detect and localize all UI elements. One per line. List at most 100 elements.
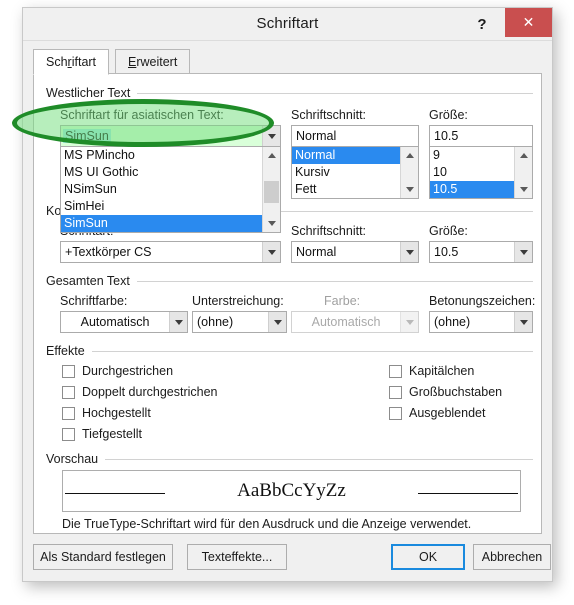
list-item[interactable]: 10	[430, 164, 515, 181]
complex-font-combo[interactable]: +Textkörper CS	[60, 241, 281, 263]
complex-style-combo[interactable]: Normal	[291, 241, 419, 263]
list-item-selected[interactable]: SimSun	[61, 215, 263, 232]
label-asian-size: Größe:	[429, 108, 468, 122]
preview-sample-text: AaBbCcYyZz	[237, 480, 346, 501]
underline-color-value: Automatisch	[311, 315, 381, 329]
asian-size-value: 10.5	[434, 129, 459, 143]
list-item-selected[interactable]: Normal	[292, 147, 401, 164]
list-item[interactable]: MS PMincho	[61, 147, 263, 164]
checkbox-box[interactable]	[62, 427, 75, 441]
scroll-down-icon[interactable]	[263, 215, 280, 232]
checkbox-box[interactable]	[389, 406, 402, 420]
group-header-western: Westlicher Text	[46, 86, 533, 100]
group-header-effects: Effekte	[46, 344, 533, 358]
checkbox-label: Großbuchstaben	[409, 385, 503, 399]
asian-size-list[interactable]: 9 10 10.5	[429, 146, 533, 199]
tab-schriftart-label: Schriftart	[46, 55, 97, 69]
label-complex-size: Größe:	[429, 224, 468, 238]
checkbox-box[interactable]	[62, 385, 75, 399]
close-icon[interactable]: ✕	[505, 8, 552, 37]
list-item[interactable]: NSimSun	[61, 181, 263, 198]
label-emphasis: Betonungszeichen:	[429, 294, 536, 308]
set-default-button[interactable]: Als Standard festlegen	[33, 544, 173, 570]
scroll-down-icon[interactable]	[515, 181, 532, 198]
label-asian-style: Schriftschnitt:	[291, 108, 367, 122]
chevron-down-icon[interactable]	[262, 242, 280, 262]
checkbox-box[interactable]	[62, 406, 75, 420]
tab-schriftart[interactable]: Schriftart	[33, 49, 110, 75]
ok-label: OK	[418, 550, 438, 564]
help-icon[interactable]: ?	[468, 13, 496, 35]
title-bar: Schriftart ? ✕	[23, 8, 552, 40]
scroll-up-icon[interactable]	[401, 147, 418, 164]
group-rule	[91, 350, 533, 352]
chevron-down-icon[interactable]	[400, 242, 418, 262]
scrollbar-vertical[interactable]	[514, 147, 532, 198]
complex-style-value: Normal	[296, 245, 337, 259]
asian-size-field[interactable]: 10.5	[429, 125, 533, 147]
list-item[interactable]: 9	[430, 147, 515, 164]
scrollbar-thumb[interactable]	[264, 181, 279, 203]
complex-size-combo[interactable]: 10.5	[429, 241, 533, 263]
ok-button[interactable]: OK	[391, 544, 465, 570]
chevron-down-icon[interactable]	[514, 242, 532, 262]
list-item[interactable]: Kursiv	[292, 164, 401, 181]
asian-font-combo-value: SimSun	[63, 129, 111, 143]
label-underline-color: Farbe:	[324, 294, 361, 308]
group-label-western: Westlicher Text	[46, 86, 131, 100]
scroll-up-icon[interactable]	[515, 147, 532, 164]
scroll-up-icon[interactable]	[263, 147, 280, 164]
group-header-preview: Vorschau	[46, 452, 533, 466]
label-asian-font: Schriftart für asiatischen Text:	[60, 108, 224, 122]
screenshot-root: Schriftart ? ✕ Schriftart Erweitert West…	[0, 0, 574, 605]
text-effects-label: Texteffekte...	[201, 550, 273, 564]
font-color-value: Automatisch	[80, 315, 150, 329]
group-rule	[137, 92, 533, 94]
preview-note: Die TrueType-Schriftart wird für den Aus…	[62, 517, 472, 531]
tab-erweitert[interactable]: Erweitert	[115, 49, 191, 74]
checkbox-doppelt-durchgestrichen[interactable]: Doppelt durchgestrichen	[62, 385, 218, 399]
font-color-combo[interactable]: Automatisch	[60, 311, 188, 333]
chevron-down-icon[interactable]	[268, 312, 286, 332]
asian-font-dropdown-list[interactable]: MS PMincho MS UI Gothic NSimSun SimHei S…	[60, 146, 281, 233]
label-complex-style: Schriftschnitt:	[291, 224, 367, 238]
group-header-all-text: Gesamten Text	[46, 274, 533, 288]
checkbox-box[interactable]	[389, 385, 402, 399]
group-rule	[136, 280, 533, 282]
asian-style-list[interactable]: Normal Kursiv Fett	[291, 146, 419, 199]
list-item-selected[interactable]: 10.5	[430, 181, 515, 198]
underline-style-combo[interactable]: (ohne)	[192, 311, 287, 333]
emphasis-combo[interactable]: (ohne)	[429, 311, 533, 333]
tab-panel-schriftart: Westlicher Text Schriftart für asiatisch…	[33, 73, 542, 534]
chevron-down-icon[interactable]	[169, 312, 187, 332]
checkbox-box[interactable]	[62, 364, 75, 378]
chevron-down-icon[interactable]	[514, 312, 532, 332]
list-item[interactable]: MS UI Gothic	[61, 164, 263, 181]
text-effects-button[interactable]: Texteffekte...	[187, 544, 287, 570]
complex-size-value: 10.5	[434, 245, 459, 259]
tab-erweitert-label: Erweitert	[128, 54, 178, 69]
checkbox-label: Doppelt durchgestrichen	[82, 385, 218, 399]
list-item[interactable]: SimHei	[61, 198, 263, 215]
checkbox-ausgeblendet[interactable]: Ausgeblendet	[389, 406, 485, 420]
checkbox-durchgestrichen[interactable]: Durchgestrichen	[62, 364, 173, 378]
group-rule	[105, 458, 533, 460]
scrollbar-vertical[interactable]	[262, 147, 280, 232]
checkbox-grossbuchstaben[interactable]: Großbuchstaben	[389, 385, 502, 399]
asian-font-combo[interactable]: SimSun	[60, 125, 281, 147]
checkbox-box[interactable]	[389, 364, 402, 378]
asian-style-field[interactable]: Normal	[291, 125, 419, 147]
cancel-button[interactable]: Abbrechen	[473, 544, 551, 570]
preview-rule-right	[418, 493, 518, 494]
checkbox-tiefgestellt[interactable]: Tiefgestellt	[62, 427, 142, 441]
scrollbar-vertical[interactable]	[400, 147, 418, 198]
chevron-down-icon[interactable]	[262, 126, 280, 146]
checkbox-kapitaelchen[interactable]: Kapitälchen	[389, 364, 474, 378]
asian-style-value: Normal	[296, 129, 337, 143]
list-item[interactable]: Fett	[292, 181, 401, 198]
checkbox-hochgestellt[interactable]: Hochgestellt	[62, 406, 151, 420]
scroll-down-icon[interactable]	[401, 181, 418, 198]
asian-font-list-items: MS PMincho MS UI Gothic NSimSun SimHei S…	[61, 147, 263, 232]
set-default-label: Als Standard festlegen	[40, 550, 166, 564]
asian-style-list-items: Normal Kursiv Fett	[292, 147, 401, 198]
